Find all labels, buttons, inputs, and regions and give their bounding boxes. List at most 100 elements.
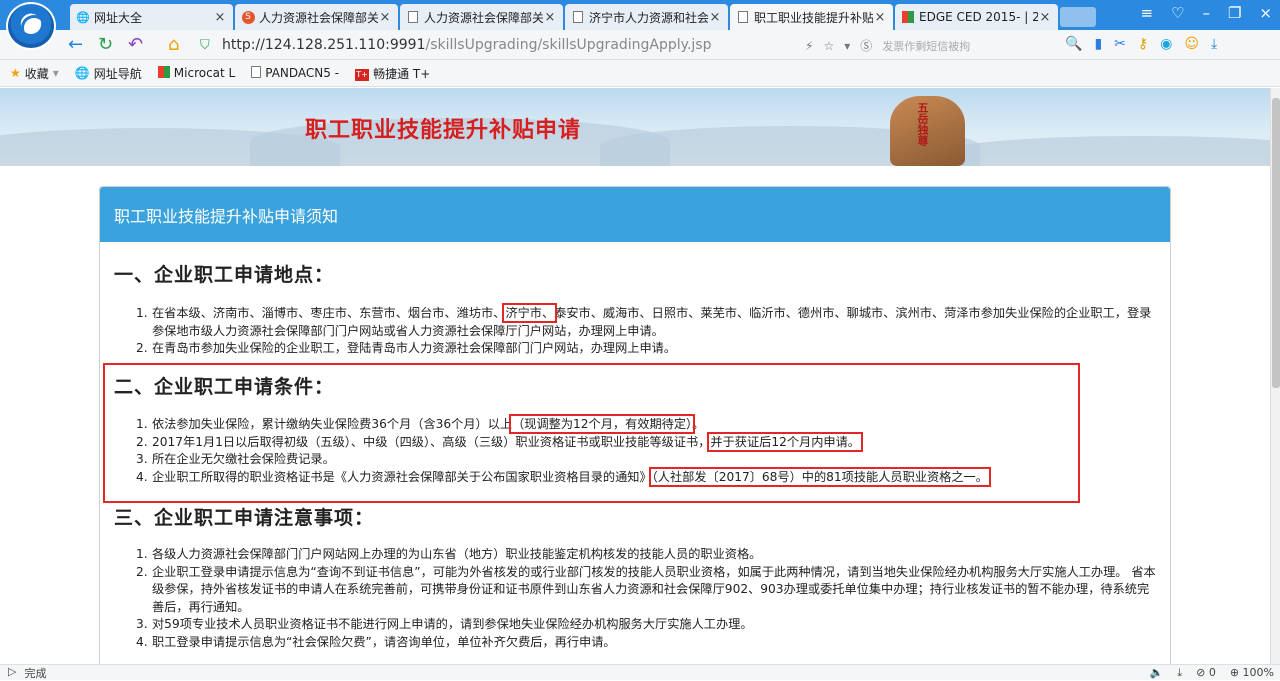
- refresh-icon[interactable]: ↻: [98, 34, 113, 56]
- download-status-icon[interactable]: ⤓: [1177, 666, 1182, 680]
- close-icon[interactable]: ×: [1038, 10, 1052, 25]
- item-text: 依法参加失业保险，累计缴纳失业保险费36个月（含36个月）以上: [152, 417, 513, 431]
- doc-icon: [251, 65, 262, 81]
- cut-icon[interactable]: ✂: [1114, 36, 1126, 52]
- menu-icon[interactable]: ≡: [1140, 4, 1153, 22]
- item-number: 3.: [136, 617, 148, 631]
- smile-icon[interactable]: ☺: [1184, 36, 1199, 52]
- tab-1[interactable]: S 人力资源社会保障部关 ×: [235, 4, 398, 30]
- close-icon[interactable]: ×: [213, 10, 227, 25]
- list-item: 3. 对59项专业技术人员职业资格证书不能进行网上申请的，请到参保地失业保险经办机…: [136, 616, 1156, 634]
- item-number: 3.: [136, 452, 148, 466]
- highlighted-text: （现调整为12个月，有效期待定）: [509, 414, 696, 434]
- panel-title: 职工职业技能提升补贴申请须知: [100, 187, 1170, 242]
- sidebar-toggle-icon[interactable]: ▷: [8, 665, 16, 681]
- list-item: 4. 职工登录申请提示信息为“社会保险欠费”，请咨询单位，单位补齐欠费后，再行申请…: [136, 634, 1156, 652]
- section-list: 1. 依法参加失业保险，累计缴纳失业保险费36个月（含36个月）以上（现调整为12…: [136, 414, 1156, 487]
- bookmark-label: 畅捷通 T+: [373, 66, 431, 81]
- bookmark-item[interactable]: Microcat L: [157, 65, 236, 81]
- tab-4[interactable]: 职工职业技能提升补贴 ×: [730, 4, 893, 30]
- sound-icon[interactable]: 🔈: [1150, 666, 1164, 680]
- list-item: 2. 企业职工登录申请提示信息为“查询不到证书信息”，可能为外省核发的或行业部门核…: [136, 564, 1156, 617]
- home-icon[interactable]: ⌂: [168, 34, 179, 56]
- item-number: 1.: [136, 306, 148, 320]
- highlighted-text: 济宁市、: [502, 303, 558, 323]
- close-icon[interactable]: ×: [378, 10, 392, 25]
- item-text: 职工登录申请提示信息为“社会保险欠费”，请咨询单位，单位补齐欠费后，再行申请。: [152, 634, 616, 649]
- search-hint[interactable]: 发票作剩短信被拘: [882, 38, 970, 54]
- tab-2[interactable]: 人力资源社会保障部关 ×: [400, 4, 563, 30]
- banner-rock-image: 五岳独尊: [890, 96, 965, 166]
- minimize-icon[interactable]: –: [1202, 4, 1210, 22]
- tab-5[interactable]: EDGE CED 2015- | 2 ×: [895, 4, 1058, 30]
- url-text[interactable]: http://124.128.251.110:9991/skillsUpgrad…: [222, 37, 711, 53]
- bookmark-item[interactable]: 🌐 网址导航: [75, 65, 142, 82]
- list-item: 2. 2017年1月1日以后取得初级（五级）、中级（四级）、高级（三级）职业资格证…: [136, 431, 1156, 452]
- bookmark-icon[interactable]: ▮: [1094, 36, 1102, 52]
- microsoft-icon: [157, 65, 170, 81]
- item-number: 2.: [136, 434, 148, 449]
- zoom-level[interactable]: ⊕ 100%: [1230, 666, 1274, 680]
- star-icon: ★: [10, 66, 21, 80]
- dropdown-icon[interactable]: ▾: [844, 39, 850, 53]
- tab-label: EDGE CED 2015- | 2: [919, 10, 1038, 24]
- translate-icon[interactable]: ◉: [1160, 36, 1172, 52]
- tab-label: 济宁市人力资源和社会: [589, 10, 708, 25]
- bookmark-item[interactable]: PANDACN5 -: [251, 65, 339, 81]
- bookmark-item[interactable]: ★ 收藏 ▾: [10, 65, 59, 82]
- page-viewport: 职工职业技能提升补贴申请 五岳独尊 职工职业技能提升补贴申请须知 一、企业职工申…: [0, 88, 1270, 664]
- zoom-value: 100%: [1242, 665, 1274, 679]
- close-icon[interactable]: ×: [873, 10, 887, 25]
- address-actions: ⚡ ☆ ▾ Ⓢ 发票作剩短信被拘: [805, 37, 970, 54]
- tab-label: 人力资源社会保障部关: [424, 10, 543, 25]
- download-count[interactable]: ⊘ 0: [1196, 666, 1216, 680]
- item-text: 。: [692, 417, 705, 431]
- list-item: 1. 在省本级、济南市、淄博市、枣庄市、东营市、烟台市、潍坊市、济宁市、泰安市、威…: [136, 303, 1156, 340]
- tab-label: 人力资源社会保障部关: [259, 10, 378, 25]
- status-bar: ▷ 完成 🔈 ⤓ ⊘ 0 ⊕ 100%: [0, 664, 1280, 680]
- tab-0[interactable]: 🌐 网址大全 ×: [70, 4, 233, 30]
- scrollbar-thumb[interactable]: [1272, 98, 1280, 388]
- restore-icon[interactable]: ❐: [1228, 4, 1241, 22]
- close-icon[interactable]: ×: [543, 10, 557, 25]
- close-window-icon[interactable]: ×: [1259, 4, 1272, 22]
- new-tab-button[interactable]: [1060, 7, 1096, 27]
- item-text: 所在企业无欠缴社会保险费记录。: [152, 452, 335, 466]
- bookmark-label: 收藏: [24, 66, 49, 81]
- section-heading: 二、企业职工申请条件：: [114, 376, 335, 398]
- star-icon[interactable]: ☆: [823, 39, 834, 53]
- status-text: 完成: [24, 666, 47, 680]
- globe-icon: 🌐: [76, 10, 90, 24]
- url-path: /skillsUpgrading/skillsUpgradingApply.js…: [425, 37, 712, 53]
- skin-icon[interactable]: ♡: [1171, 4, 1184, 22]
- browser-logo-icon[interactable]: [6, 2, 56, 50]
- doc-icon: [736, 10, 750, 24]
- back-icon[interactable]: ←: [68, 34, 83, 56]
- address-bar[interactable]: ⛉ http://124.128.251.110:9991/skillsUpgr…: [200, 33, 1200, 57]
- item-text: 企业职工登录申请提示信息为“查询不到证书信息”，可能为外省核发的或行业部门核发的…: [152, 564, 1156, 614]
- highlighted-text: 并于获证后12个月内申请。: [707, 431, 863, 452]
- vertical-scrollbar[interactable]: [1270, 88, 1280, 664]
- download-count-value: 0: [1208, 665, 1216, 679]
- search-icon[interactable]: 🔍: [1065, 36, 1082, 52]
- list-item: 4. 企业职工所取得的职业资格证书是《人力资源社会保障部关于公布国家职业资格目录的…: [136, 466, 1156, 487]
- navigation-bar: ← ↻ ↶ ⌂ ⛉ http://124.128.251.110:9991/sk…: [0, 30, 1280, 60]
- doc-icon: [571, 10, 585, 24]
- item-number: 2.: [136, 564, 148, 579]
- tab-3[interactable]: 济宁市人力资源和社会 ×: [565, 4, 728, 30]
- tab-strip: 🌐 网址大全 × S 人力资源社会保障部关 × 人力资源社会保障部关 × 济宁市…: [70, 4, 1096, 30]
- search-engine-icon[interactable]: Ⓢ: [860, 37, 872, 54]
- bookmark-item[interactable]: T+ 畅捷通 T+: [355, 65, 430, 82]
- rock-inscription: 五岳独尊: [916, 102, 929, 146]
- bookmark-label: Microcat L: [173, 66, 236, 80]
- security-shield-icon: ⛉: [200, 37, 210, 53]
- close-icon[interactable]: ×: [708, 10, 722, 25]
- lightning-icon[interactable]: ⚡: [805, 39, 813, 53]
- download-icon[interactable]: ⤓: [1211, 36, 1217, 52]
- page-banner: 职工职业技能提升补贴申请 五岳独尊: [0, 88, 1270, 166]
- item-number: 4.: [136, 634, 148, 649]
- key-icon[interactable]: ⚷: [1138, 36, 1148, 52]
- undo-icon[interactable]: ↶: [128, 34, 143, 56]
- doc-icon: [406, 10, 420, 24]
- item-number: 2.: [136, 341, 148, 355]
